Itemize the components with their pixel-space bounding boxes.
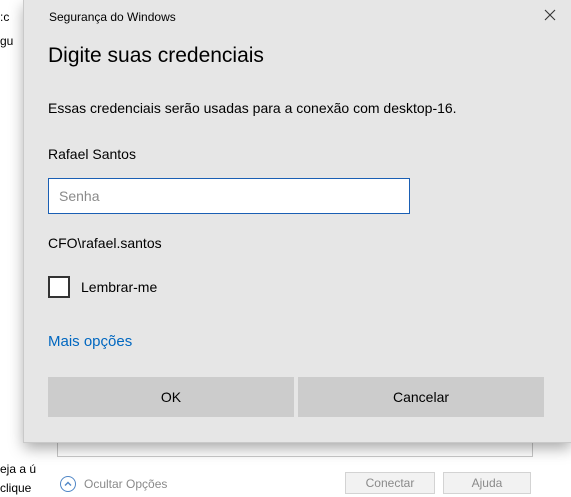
- ok-button[interactable]: OK: [48, 377, 294, 417]
- bg-text-fragment: clique: [0, 481, 32, 495]
- dialog-description: Essas credenciais serão usadas para a co…: [48, 100, 457, 116]
- more-options-link[interactable]: Mais opções: [48, 333, 132, 350]
- dialog-window-title: Segurança do Windows: [49, 10, 176, 24]
- bg-text-fragment: :c: [0, 10, 10, 24]
- hide-options-toggle[interactable]: Ocultar Opções: [60, 475, 167, 493]
- bg-text-fragment: eja a ú: [0, 462, 37, 476]
- close-icon: [544, 8, 556, 26]
- password-input[interactable]: [48, 178, 410, 214]
- domain-user-label: CFO\rafael.santos: [48, 235, 162, 251]
- username-label: Rafael Santos: [48, 146, 136, 162]
- dialog-heading: Digite suas credenciais: [48, 44, 264, 67]
- remember-me-label: Lembrar-me: [81, 279, 158, 295]
- credentials-dialog: Segurança do Windows Digite suas credenc…: [24, 0, 571, 442]
- connect-button[interactable]: Conectar: [345, 472, 435, 494]
- hide-options-label: Ocultar Opções: [84, 477, 168, 491]
- remember-me-checkbox[interactable]: [48, 276, 70, 298]
- help-button[interactable]: Ajuda: [443, 472, 531, 494]
- chevron-up-circle-icon: [60, 476, 76, 492]
- close-button[interactable]: [539, 6, 561, 28]
- remember-me-option[interactable]: Lembrar-me: [48, 276, 157, 298]
- bg-text-fragment: gu: [0, 34, 14, 48]
- cancel-button[interactable]: Cancelar: [298, 377, 544, 417]
